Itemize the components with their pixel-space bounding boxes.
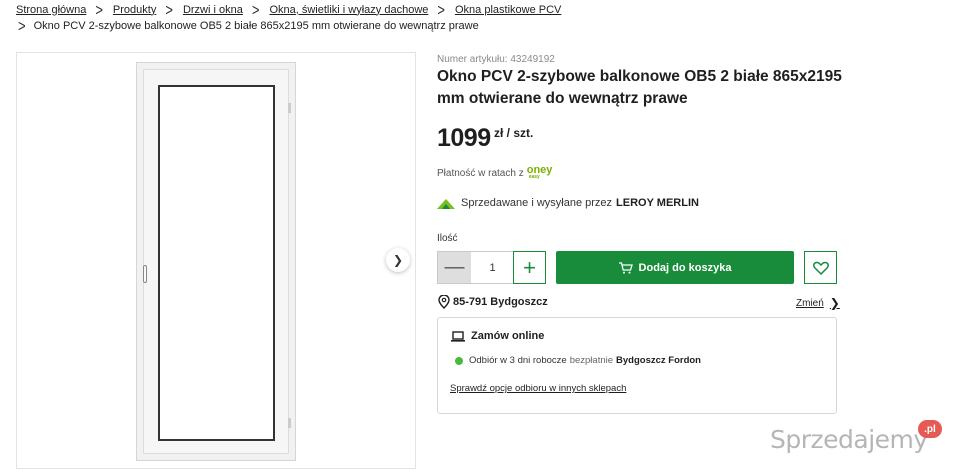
watermark-badge: .pl (918, 420, 942, 438)
other-stores-link[interactable]: Sprawdź opcje odbioru w innych sklepach (450, 383, 626, 394)
breadcrumb-current-row: > Okno PCV 2-szybowe balkonowe OB5 2 bia… (18, 15, 479, 36)
seller-label: Sprzedawane i wysyłane przez (461, 197, 613, 209)
add-to-cart-button[interactable]: Dodaj do koszyka (556, 251, 794, 284)
laptop-icon (451, 330, 465, 342)
chevron-right-icon: > (18, 15, 26, 36)
pickup-free: bezpłatnie (569, 355, 614, 366)
article-number: Numer artykułu: 43249192 (437, 54, 555, 65)
quantity-label: Ilość (437, 233, 458, 244)
change-location-link[interactable]: Zmień ❯ (796, 296, 840, 310)
breadcrumb-current: Okno PCV 2-szybowe balkonowe OB5 2 białe… (33, 19, 479, 32)
installments-label: Płatność w ratach z (437, 167, 524, 179)
pickup-store: Bydgoszcz Fordon (616, 355, 701, 366)
window-hinge (288, 103, 291, 113)
product-image[interactable] (136, 62, 296, 461)
location-pin-icon (438, 295, 450, 309)
minus-icon: — (444, 256, 465, 278)
pickup-text: Odbiór w 3 dni robocze (469, 355, 567, 366)
breadcrumb: Strona główna > Produkty > Drzwi i okna … (16, 0, 561, 20)
breadcrumb-doors-windows[interactable]: Drzwi i okna (183, 4, 243, 16)
chevron-right-icon: > (437, 0, 445, 20)
chevron-right-icon: > (95, 0, 103, 20)
location-info: 85-791 Bydgoszcz (438, 295, 548, 309)
quantity-stepper: — 1 + (437, 251, 546, 284)
price: 1099 (437, 124, 491, 152)
heart-icon (812, 261, 829, 275)
breadcrumb-products[interactable]: Produkty (113, 4, 156, 16)
availability-dot (455, 356, 463, 365)
pickup-info: Odbiór w 3 dni robocze bezpłatnie Bydgos… (455, 355, 701, 366)
order-online-header: Zamów online (451, 330, 544, 342)
plus-icon: + (523, 254, 536, 280)
chevron-right-icon: > (251, 0, 260, 20)
order-online-title: Zamów online (471, 330, 545, 342)
breadcrumb-pvc-windows[interactable]: Okna plastikowe PCV (455, 4, 561, 16)
quantity-input[interactable]: 1 (471, 252, 514, 283)
watermark-text: Sprzedajemy (770, 425, 928, 454)
product-title: Okno PCV 2-szybowe balkonowe OB5 2 białe… (437, 68, 842, 107)
chevron-right-icon: ❯ (829, 296, 840, 310)
cart-icon (618, 261, 633, 274)
location-postal: 85-791 Bydgoszcz (453, 296, 548, 308)
window-handle (143, 265, 147, 283)
order-online-box: Zamów online Odbiór w 3 dni robocze bezp… (437, 317, 837, 414)
quantity-decrease-button[interactable]: — (438, 252, 471, 283)
breadcrumb-home[interactable]: Strona główna (16, 4, 86, 16)
seller-name: LEROY MERLIN (616, 197, 699, 209)
add-to-cart-label: Dodaj do koszyka (638, 261, 732, 274)
chevron-right-icon: ❯ (392, 253, 404, 267)
gallery-next-button[interactable]: ❯ (386, 248, 410, 272)
breadcrumb-windows-skylights[interactable]: Okna, świetliki i wyłazy dachowe (269, 4, 428, 16)
seller-info: Sprzedawane i wysyłane przez LEROY MERLI… (437, 197, 699, 209)
installments-info: Płatność w ratach z oney easy (437, 164, 553, 180)
wishlist-button[interactable] (804, 251, 837, 284)
leroy-merlin-logo-icon (437, 199, 455, 209)
quantity-increase-button[interactable]: + (513, 251, 546, 284)
price-unit: zł / szt. (494, 126, 534, 140)
window-hinge (288, 418, 291, 428)
window-glass (158, 85, 275, 441)
oney-logo[interactable]: oney easy (527, 164, 553, 180)
chevron-right-icon: > (165, 0, 173, 20)
